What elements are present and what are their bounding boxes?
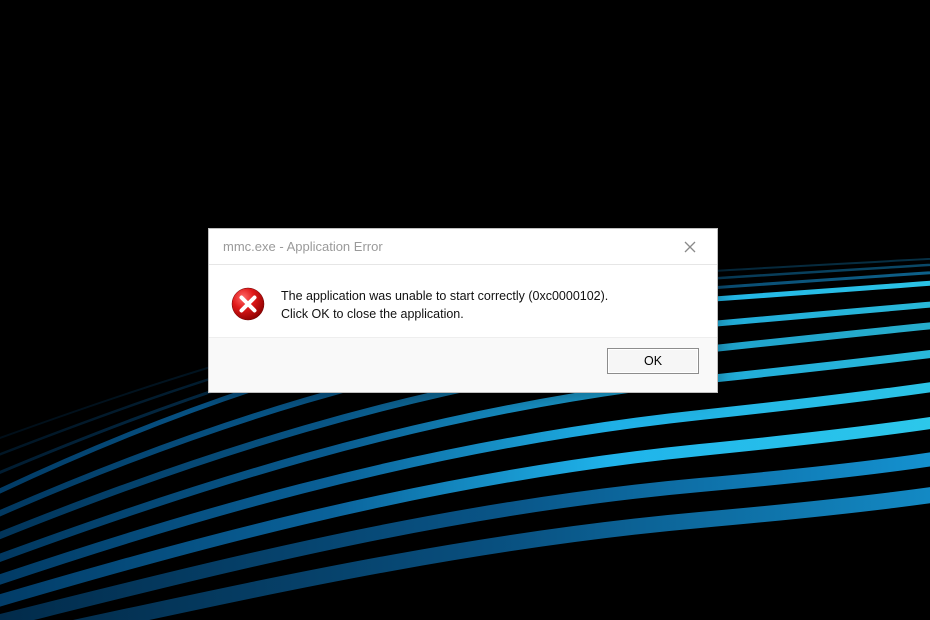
close-button[interactable]: [669, 233, 711, 261]
error-dialog: mmc.exe - Application Error: [208, 228, 718, 393]
dialog-message-line2: Click OK to close the application.: [281, 305, 608, 323]
dialog-title: mmc.exe - Application Error: [223, 239, 383, 254]
dialog-message-line1: The application was unable to start corr…: [281, 287, 608, 305]
dialog-titlebar[interactable]: mmc.exe - Application Error: [209, 229, 717, 265]
close-icon: [684, 241, 696, 253]
dialog-body: The application was unable to start corr…: [209, 265, 717, 337]
ok-button[interactable]: OK: [607, 348, 699, 374]
dialog-message: The application was unable to start corr…: [281, 287, 608, 323]
desktop: mmc.exe - Application Error: [0, 0, 930, 620]
dialog-button-row: OK: [209, 337, 717, 392]
error-icon: [231, 287, 265, 321]
